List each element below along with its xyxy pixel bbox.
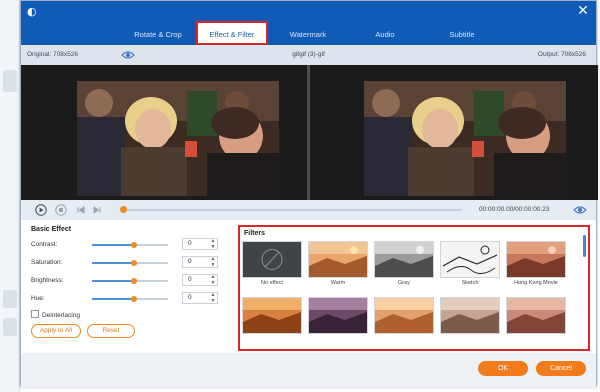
- tab-rotate-crop[interactable]: Rotate & Crop: [123, 25, 193, 45]
- saturation-spinner[interactable]: ▲ ▼: [210, 256, 216, 268]
- ok-button[interactable]: OK: [478, 361, 528, 376]
- filter-warm[interactable]: [308, 241, 368, 278]
- timecode: 00:00:00.00/00:00:00.23: [479, 206, 550, 213]
- background-block: [3, 318, 17, 336]
- filter-item[interactable]: [374, 297, 434, 334]
- stop-icon[interactable]: [55, 204, 67, 216]
- deinterlacing-checkbox[interactable]: Deinterlacing: [31, 310, 80, 319]
- saturation-label: Saturation:: [31, 259, 63, 266]
- app-logo-icon: ◐: [27, 5, 37, 18]
- background-block: [3, 290, 17, 308]
- hue-spinner[interactable]: ▲ ▼: [210, 292, 216, 304]
- brightness-spinner[interactable]: ▲ ▼: [210, 274, 216, 286]
- original-video-frame: [77, 81, 279, 196]
- contrast-spinner[interactable]: ▲ ▼: [210, 238, 216, 250]
- tab-bar: Rotate & Crop Effect & Filter Watermark …: [21, 21, 596, 45]
- filter-label: Warm: [330, 280, 346, 286]
- next-frame-icon[interactable]: [91, 204, 103, 216]
- dialog-titlebar: ◐ ✕ Rotate & Crop Effect & Filter Waterm…: [21, 1, 596, 45]
- deinterlacing-label: Deinterlacing: [42, 312, 80, 319]
- tab-watermark[interactable]: Watermark: [283, 25, 333, 45]
- play-icon[interactable]: [35, 204, 47, 216]
- background-app-sidebar: [0, 0, 20, 392]
- filter-item[interactable]: [506, 297, 566, 334]
- filters-panel: Filters No effect Warm Gray Sketch Hong …: [238, 225, 590, 351]
- filter-hong-kong-movie[interactable]: [506, 241, 566, 278]
- filters-scrollbar[interactable]: [583, 235, 586, 257]
- filter-label: No effect: [261, 280, 283, 286]
- filter-item[interactable]: [242, 297, 302, 334]
- filter-sketch[interactable]: [440, 241, 500, 278]
- video-info-bar: Original: 708x526 gifgif (3)-gif Output:…: [21, 45, 596, 65]
- playback-bar: 00:00:00.00/00:00:00.23: [21, 200, 596, 220]
- output-preview: [310, 65, 598, 200]
- contrast-slider[interactable]: [92, 242, 168, 248]
- filter-label: Sketch: [461, 280, 479, 286]
- output-size: Output: 708x526: [537, 51, 586, 58]
- filters-title: Filters: [244, 230, 266, 237]
- cancel-button[interactable]: Cancel: [536, 361, 586, 376]
- brightness-slider[interactable]: [92, 278, 168, 284]
- eye-icon[interactable]: [573, 204, 587, 216]
- timeline-track[interactable]: [122, 209, 462, 211]
- tab-effect-filter[interactable]: Effect & Filter: [196, 21, 268, 45]
- basic-effect-title: Basic Effect: [31, 226, 72, 233]
- saturation-slider[interactable]: [92, 260, 168, 266]
- dialog-footer: OK Cancel: [21, 353, 596, 387]
- filter-no-effect[interactable]: [242, 241, 302, 278]
- effect-panel: Basic Effect Contrast: 0 ▲ ▼ Saturation: …: [21, 220, 596, 353]
- screen: ◐ ✕ Rotate & Crop Effect & Filter Waterm…: [0, 0, 600, 392]
- contrast-label: Contrast:: [31, 241, 58, 248]
- filter-label: Hong Kong Movie: [514, 280, 558, 286]
- file-name: gifgif (3)-gif: [292, 51, 325, 58]
- filter-label: Gray: [398, 280, 410, 286]
- timeline-handle[interactable]: [120, 206, 127, 213]
- tab-audio[interactable]: Audio: [365, 25, 405, 45]
- edit-dialog: ◐ ✕ Rotate & Crop Effect & Filter Waterm…: [20, 0, 598, 387]
- tab-subtitle[interactable]: Subtitle: [439, 25, 485, 45]
- reset-button[interactable]: Reset: [87, 324, 135, 338]
- output-video-frame: [364, 81, 566, 196]
- hue-slider[interactable]: [92, 296, 168, 302]
- prev-frame-icon[interactable]: [75, 204, 87, 216]
- filter-item[interactable]: [440, 297, 500, 334]
- filter-gray[interactable]: [374, 241, 434, 278]
- hue-label: Hue:: [31, 295, 45, 302]
- original-preview: [21, 65, 307, 200]
- brightness-label: Brightness:: [31, 277, 64, 284]
- filter-item[interactable]: [308, 297, 368, 334]
- close-icon[interactable]: ✕: [576, 4, 590, 18]
- apply-to-all-button[interactable]: Apply to All: [31, 324, 81, 338]
- background-block: [3, 70, 17, 92]
